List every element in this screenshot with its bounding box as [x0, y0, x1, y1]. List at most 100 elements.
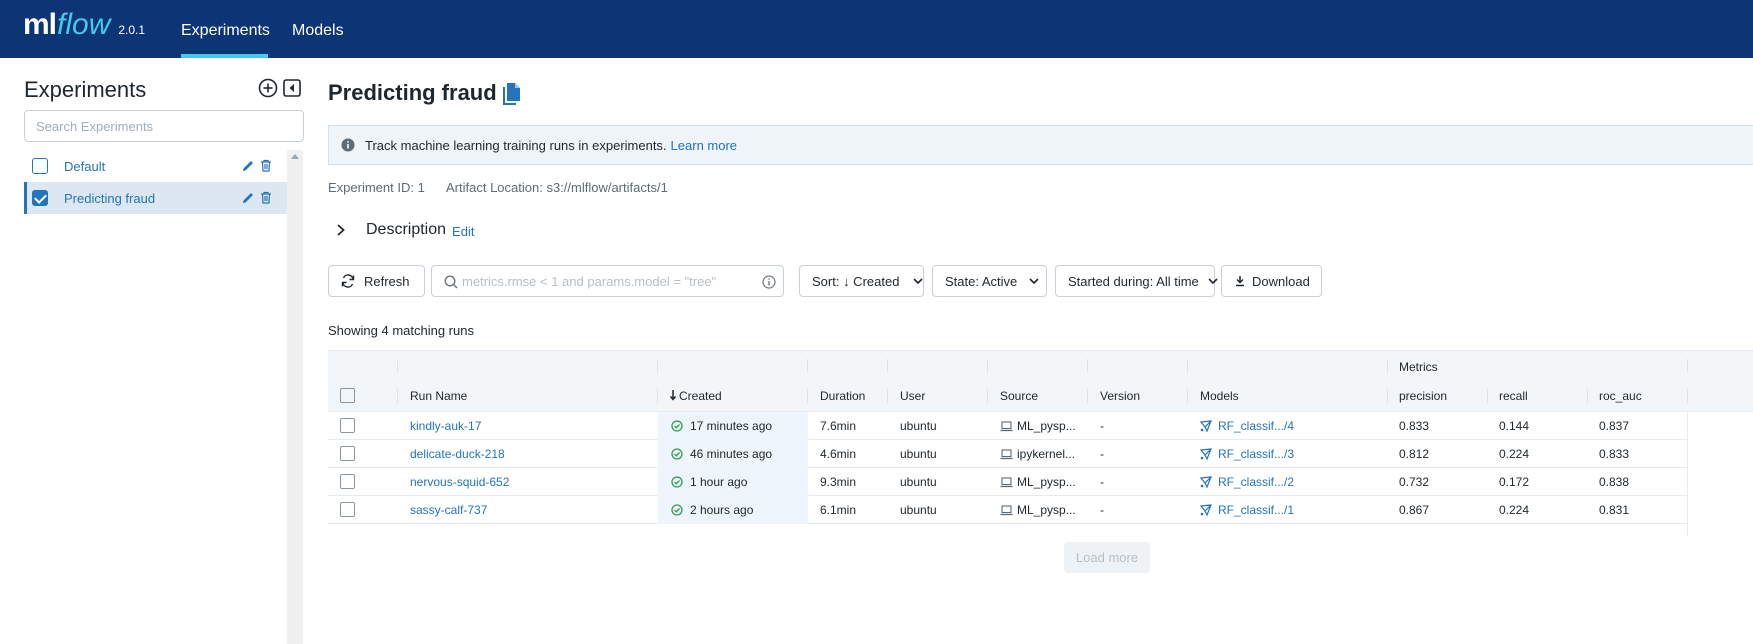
source-cell[interactable]: ML_pysp... — [1000, 468, 1076, 496]
column-separator — [1187, 359, 1188, 373]
search-experiments-input[interactable] — [24, 110, 304, 142]
chevron-right-icon[interactable] — [334, 223, 348, 237]
experiment-name[interactable]: Predicting fraud — [64, 191, 155, 206]
edit-icon[interactable] — [242, 159, 255, 172]
row-checkbox[interactable] — [340, 474, 355, 489]
sidebar-title: Experiments — [24, 77, 147, 102]
banner-text: Track machine learning training runs in … — [365, 137, 667, 153]
column-separator — [1087, 359, 1088, 373]
table-row[interactable]: nervous-squid-652 1 hour ago 9.3min ubun… — [328, 468, 1688, 496]
download-button[interactable]: Download — [1221, 265, 1322, 297]
duration-cell: 4.6min — [820, 447, 857, 461]
refresh-label: Refresh — [364, 273, 410, 289]
col-version[interactable]: Version — [1100, 380, 1140, 412]
laptop-icon — [1000, 448, 1013, 459]
model-link[interactable]: RF_classif.../1 — [1200, 496, 1294, 524]
experiment-checkbox[interactable] — [32, 158, 48, 174]
copy-icon[interactable] — [500, 82, 522, 106]
runs-search-input[interactable] — [462, 266, 752, 296]
created-cell: 1 hour ago — [671, 468, 747, 496]
column-separator — [1387, 389, 1388, 403]
scroll-up-arrow-icon[interactable] — [291, 154, 299, 159]
col-created[interactable]: Created — [679, 380, 722, 412]
run-name-link[interactable]: delicate-duck-218 — [410, 440, 505, 468]
source-cell[interactable]: ipykernel... — [1000, 440, 1075, 468]
tab-models[interactable]: Models — [292, 0, 344, 58]
refresh-icon — [341, 274, 355, 288]
add-experiment-icon[interactable] — [258, 78, 278, 98]
description-section: Description Edit — [328, 218, 474, 242]
roc-auc-cell: 0.838 — [1599, 475, 1630, 489]
state-dropdown[interactable]: State: Active — [932, 265, 1047, 297]
chevron-down-icon — [1029, 278, 1039, 285]
run-name-link[interactable]: sassy-calf-737 — [410, 496, 487, 524]
experiment-item-default[interactable]: Default — [24, 150, 287, 182]
model-link[interactable]: RF_classif.../3 — [1200, 440, 1294, 468]
version-cell: - — [1100, 475, 1104, 489]
source-text: ipykernel... — [1017, 447, 1076, 461]
run-name-link[interactable]: kindly-auk-17 — [410, 412, 481, 440]
check-circle-icon — [671, 420, 683, 432]
experiment-name[interactable]: Default — [64, 159, 105, 174]
row-checkbox[interactable] — [340, 502, 355, 517]
table-row[interactable]: delicate-duck-218 46 minutes ago 4.6min … — [328, 440, 1688, 468]
col-roc-auc[interactable]: roc_auc — [1599, 380, 1642, 412]
model-link[interactable]: RF_classif.../2 — [1200, 468, 1294, 496]
col-recall[interactable]: recall — [1499, 380, 1528, 412]
mlflow-logo[interactable]: ml flow 2.0.1 — [23, 8, 145, 48]
source-text: ML_pysp... — [1017, 419, 1076, 433]
trash-icon[interactable] — [260, 191, 272, 204]
duration-cell: 7.6min — [820, 419, 857, 433]
sidebar-scrollbar[interactable] — [287, 150, 303, 644]
collapse-sidebar-icon[interactable] — [282, 78, 302, 98]
info-icon — [341, 138, 355, 152]
row-checkbox[interactable] — [340, 418, 355, 433]
select-all-checkbox[interactable] — [340, 388, 355, 403]
col-source[interactable]: Source — [1000, 380, 1038, 412]
created-text: 1 hour ago — [690, 475, 748, 489]
col-duration[interactable]: Duration — [820, 380, 865, 412]
description-edit-link[interactable]: Edit — [452, 224, 474, 239]
col-models[interactable]: Models — [1200, 380, 1239, 412]
version-cell: - — [1100, 503, 1104, 517]
runs-search-box[interactable] — [431, 265, 784, 297]
recall-cell: 0.224 — [1499, 503, 1530, 517]
column-separator — [657, 359, 658, 373]
user-cell: ubuntu — [900, 447, 937, 461]
model-icon — [1200, 504, 1212, 516]
source-cell[interactable]: ML_pysp... — [1000, 412, 1076, 440]
column-separator — [397, 389, 398, 403]
run-name-link[interactable]: nervous-squid-652 — [410, 468, 509, 496]
info-circle-icon[interactable] — [762, 275, 776, 289]
source-cell[interactable]: ML_pysp... — [1000, 496, 1076, 524]
table-row[interactable]: sassy-calf-737 2 hours ago 6.1min ubuntu… — [328, 496, 1688, 524]
learn-more-link[interactable]: Learn more — [671, 138, 737, 153]
col-created-sort-icon[interactable] — [669, 380, 679, 412]
edit-icon[interactable] — [242, 191, 255, 204]
artifact-location: Artifact Location: s3://mlflow/artifacts… — [446, 180, 668, 195]
version-label: 2.0.1 — [118, 23, 146, 37]
row-checkbox[interactable] — [340, 446, 355, 461]
column-separator — [987, 389, 988, 403]
roc-auc-cell: 0.837 — [1599, 419, 1630, 433]
column-separator — [887, 359, 888, 373]
model-icon — [1200, 448, 1212, 460]
trash-icon[interactable] — [260, 159, 272, 172]
tab-experiments[interactable]: Experiments — [181, 0, 270, 58]
col-user[interactable]: User — [900, 380, 925, 412]
model-link[interactable]: RF_classif.../4 — [1200, 412, 1294, 440]
col-run-name[interactable]: Run Name — [410, 380, 467, 412]
started-during-dropdown[interactable]: Started during: All time — [1055, 265, 1218, 297]
model-icon — [1200, 476, 1212, 488]
table-row[interactable]: kindly-auk-17 17 minutes ago 7.6min ubun… — [328, 412, 1688, 440]
experiment-checkbox[interactable] — [32, 190, 48, 206]
started-during-label: Started during: All time — [1068, 273, 1199, 289]
table-header-row: Run Name Created Duration User Source Ve… — [328, 380, 1753, 412]
experiment-item-predicting-fraud[interactable]: Predicting fraud — [24, 182, 287, 214]
col-precision[interactable]: precision — [1399, 380, 1447, 412]
refresh-button[interactable]: Refresh — [328, 265, 425, 297]
matching-runs-count: Showing 4 matching runs — [328, 323, 474, 338]
sort-dropdown[interactable]: Sort: ↓ Created — [799, 265, 924, 297]
load-more-button[interactable]: Load more — [1064, 542, 1150, 573]
column-separator — [1487, 389, 1488, 403]
